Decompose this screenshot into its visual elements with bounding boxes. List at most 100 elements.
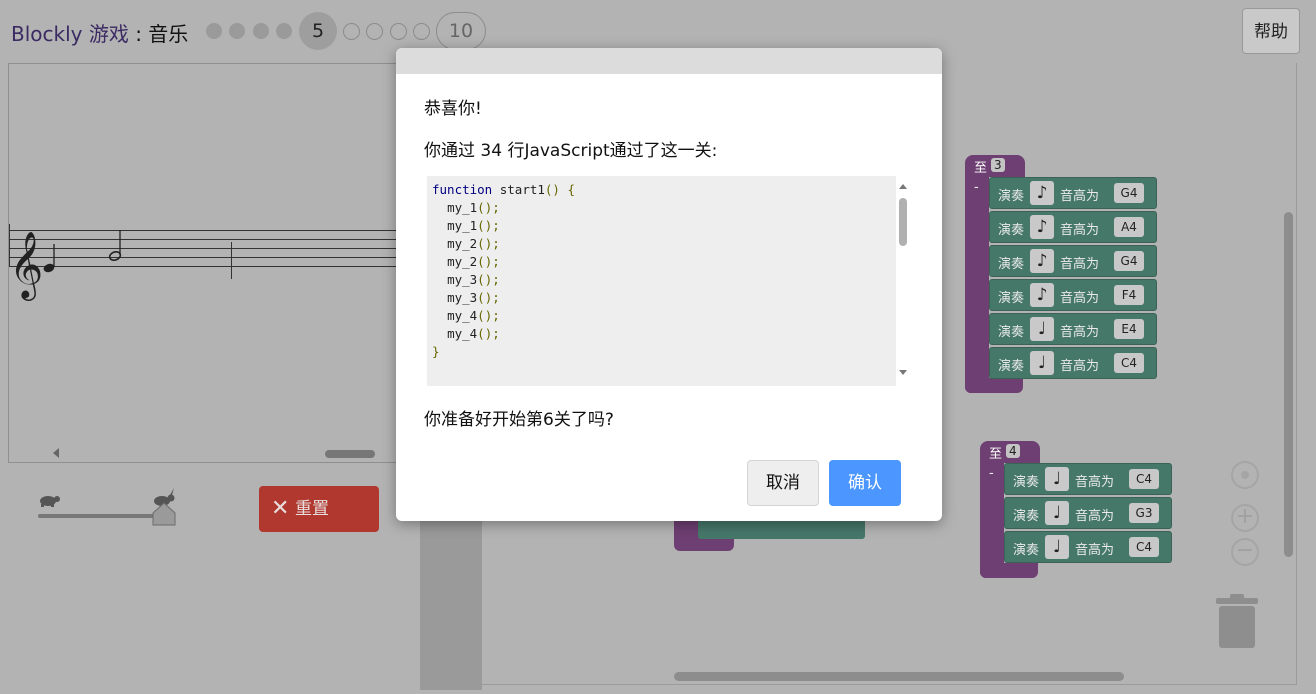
title-separator: : [128,22,149,46]
function-label: 至 [989,447,1003,462]
code-line: my_4(); [447,326,500,341]
level-6-dot[interactable] [343,23,360,40]
pitch-label: 音高为 [1075,509,1115,524]
music-staff-panel: 𝄞 [8,63,398,463]
level-complete-dialog: 恭喜你! 你通过 34 行JavaScript通过了这一关: function … [396,48,942,521]
current-level-indicator[interactable]: 5 [299,12,337,50]
function-label: 至 [974,161,988,176]
pitch-field[interactable]: A4 [1114,217,1144,237]
pitch-label: 音高为 [1060,325,1100,340]
trash-icon[interactable] [1214,594,1260,650]
level-2-dot[interactable] [229,23,245,39]
last-level-indicator[interactable]: 10 [436,12,486,50]
function-dash: - [989,466,994,481]
level-8-dot[interactable] [390,23,407,40]
note-duration-dropdown[interactable]: ♪ [1030,249,1054,273]
reset-label: 重置 [295,499,329,519]
brand-link[interactable]: Blockly 游戏 [11,22,129,46]
code-scroll-thumb[interactable] [899,198,907,246]
note-duration-dropdown[interactable]: ♩ [1030,317,1054,341]
play-note-block[interactable]: 演奏 ♩ 音高为 C4 [989,347,1157,379]
speed-slider-track[interactable] [38,514,164,518]
code-line: } [432,344,440,359]
play-note-block[interactable]: 演奏 ♪ 音高为 A4 [989,211,1157,243]
code-line: my_3(); [447,290,500,305]
recenter-icon[interactable] [1231,461,1259,489]
pitch-label: 音高为 [1075,475,1115,490]
pitch-label: 音高为 [1060,223,1100,238]
speed-slider-handle[interactable] [152,502,176,526]
code-line: my_2(); [447,236,500,251]
level-9-dot[interactable] [413,23,430,40]
pitch-field[interactable]: G4 [1114,251,1144,271]
function-number[interactable]: 4 [1006,444,1020,458]
zoom-in-icon[interactable]: + [1231,504,1259,532]
confirm-button[interactable]: 确认 [829,460,901,506]
scroll-down-arrow-icon[interactable] [899,370,907,375]
pitch-field[interactable]: E4 [1114,319,1144,339]
dialog-title-bar[interactable] [396,48,942,74]
note-duration-dropdown[interactable]: ♪ [1030,181,1054,205]
level-4-dot[interactable] [276,23,292,39]
workspace-horizontal-scrollbar[interactable] [674,672,1124,681]
function-3-header[interactable]: 至 3 [965,155,1025,177]
pitch-field[interactable]: F4 [1114,285,1144,305]
play-label: 演奏 [1013,475,1040,490]
pitch-field[interactable]: C4 [1129,469,1159,489]
app-title: Blockly 游戏 : 音乐 [11,18,188,47]
game-name: 音乐 [148,22,189,46]
play-label: 演奏 [1013,543,1040,558]
note-duration-dropdown[interactable]: ♩ [1030,351,1054,375]
scroll-up-arrow-icon[interactable] [899,184,907,189]
play-note-block[interactable]: 演奏 ♪ 音高为 G4 [989,245,1157,277]
measure-bar [231,242,232,279]
hidden-play-block[interactable] [698,521,865,539]
pitch-field[interactable]: G3 [1129,503,1159,523]
note-duration-dropdown[interactable]: ♪ [1030,283,1054,307]
code-line: my_4(); [447,308,500,323]
note-duration-dropdown[interactable]: ♪ [1030,215,1054,239]
scroll-left-arrow-icon[interactable] [53,448,59,458]
play-note-block[interactable]: 演奏 ♩ 音高为 C4 [1004,463,1172,495]
music-notes: 𝄞 [9,230,122,301]
play-note-block[interactable]: 演奏 ♩ 音高为 G3 [1004,497,1172,529]
workspace-vertical-scrollbar[interactable] [1284,212,1293,557]
help-button[interactable]: 帮助 [1242,8,1300,54]
note-duration-dropdown[interactable]: ♩ [1045,501,1069,525]
function-3-footer[interactable] [965,378,1023,393]
code-line: my_1(); [447,200,500,215]
level-3-dot[interactable] [253,23,269,39]
function-dash: - [974,180,979,195]
music-horizontal-scrollbar[interactable] [325,450,375,458]
function-number[interactable]: 3 [991,158,1005,172]
congrats-message: 恭喜你! [424,99,482,119]
pitch-field[interactable]: G4 [1114,183,1144,203]
play-label: 演奏 [998,325,1025,340]
zoom-out-icon[interactable]: − [1231,538,1259,566]
blockly-toolbox[interactable] [420,500,482,690]
reset-button[interactable]: ✕ 重置 [259,486,379,532]
play-note-block[interactable]: 演奏 ♪ 音高为 G4 [989,177,1157,209]
function-4-header[interactable]: 至 4 [980,441,1040,463]
pitch-label: 音高为 [1060,257,1100,272]
note-duration-dropdown[interactable]: ♩ [1045,535,1069,559]
function-4-footer[interactable] [980,563,1038,578]
level-1-dot[interactable] [206,23,222,39]
code-display[interactable]: function start1() { my_1(); my_1(); my_2… [427,176,896,386]
play-note-block[interactable]: 演奏 ♪ 音高为 F4 [989,279,1157,311]
play-note-block[interactable]: 演奏 ♩ 音高为 E4 [989,313,1157,345]
code-line: my_1(); [447,218,500,233]
treble-clef-icon: 𝄞 [9,230,43,301]
play-label: 演奏 [998,189,1025,204]
code-line: my_3(); [447,272,500,287]
cancel-button[interactable]: 取消 [747,460,819,506]
level-7-dot[interactable] [366,23,383,40]
note-duration-dropdown[interactable]: ♩ [1045,467,1069,491]
pitch-field[interactable]: C4 [1114,353,1144,373]
function-3-body[interactable] [965,175,989,393]
pitch-field[interactable]: C4 [1129,537,1159,557]
code-line: my_2(); [447,254,500,269]
play-label: 演奏 [998,291,1025,306]
pitch-label: 音高为 [1060,359,1100,374]
play-note-block[interactable]: 演奏 ♩ 音高为 C4 [1004,531,1172,563]
